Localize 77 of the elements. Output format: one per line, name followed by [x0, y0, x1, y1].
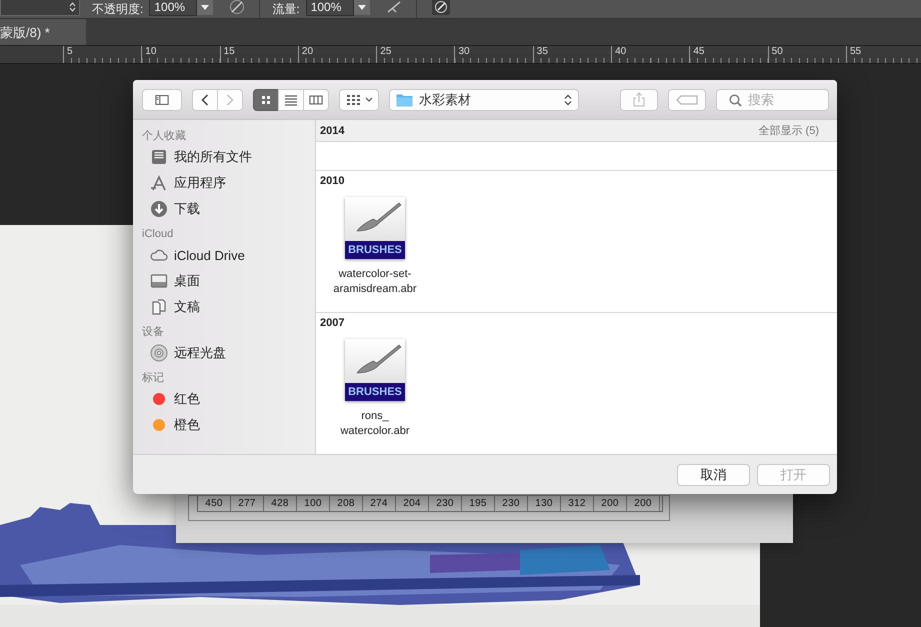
search-icon: [729, 94, 742, 106]
table-cell: 200: [594, 496, 627, 511]
share-icon: [633, 92, 645, 107]
table-cell: 312: [561, 496, 594, 511]
columns-icon: [309, 92, 323, 106]
file-name[interactable]: watercolor-set- aramisdream.abr: [333, 267, 417, 297]
cancel-button[interactable]: 取消: [677, 464, 750, 486]
ruler-label: 25: [376, 46, 454, 63]
chevron-left-icon: [201, 94, 209, 106]
back-button[interactable]: [192, 88, 218, 110]
tray-icon: [150, 148, 168, 166]
group-heading: 2014: [320, 124, 344, 136]
ruler-label: 35: [532, 46, 612, 63]
group-heading: 2010: [320, 175, 346, 187]
ruler-label: 30: [454, 46, 533, 63]
file-name[interactable]: rons_ watercolor.abr: [340, 409, 410, 439]
ruler-label: 40: [611, 46, 690, 63]
group-heading: 2007: [320, 317, 346, 329]
sidebar-item[interactable]: 应用程序: [174, 174, 226, 192]
sidebar-item[interactable]: 下载: [174, 200, 200, 218]
caret-icon: [364, 97, 372, 102]
sidebar-item[interactable]: 我的所有文件: [174, 148, 252, 166]
opacity-label: 不透明度:: [92, 0, 144, 18]
table-cell: 204: [396, 496, 429, 511]
table-cell: 130: [528, 496, 561, 511]
show-all-link[interactable]: 全部显示 (5): [758, 123, 819, 138]
sidebar-item[interactable]: 橙色: [174, 416, 200, 434]
up-down-arrows-icon: [69, 2, 76, 12]
table-cell: 450: [198, 496, 231, 511]
opacity-field[interactable]: 100%: [149, 0, 198, 16]
list-icon: [284, 92, 298, 106]
path-popup[interactable]: 水彩素材: [389, 88, 579, 110]
table-cell: 100: [297, 496, 330, 511]
table-cell: 274: [363, 496, 396, 511]
arrange-button[interactable]: [339, 88, 379, 110]
download-icon: [150, 200, 168, 218]
brush-file-icon[interactable]: BRUSHES: [345, 339, 405, 401]
table-cell: 230: [429, 496, 462, 511]
sidebar-heading: 标记: [142, 371, 165, 386]
ruler-label: 15: [220, 46, 298, 63]
documents-icon: [150, 298, 168, 316]
view-mode-button[interactable]: [253, 88, 279, 110]
ruler-label: 45: [689, 46, 768, 63]
sidebar-item[interactable]: 桌面: [174, 272, 200, 290]
brush-file-icon[interactable]: BRUSHES: [345, 197, 405, 259]
ruler-label: 55: [846, 46, 921, 63]
grid-icon: [346, 94, 362, 106]
table-cell: 277: [231, 496, 264, 511]
table-cell: 195: [462, 496, 495, 511]
ruler-label: 5: [63, 46, 142, 63]
sidebar-toggle-button[interactable]: [142, 88, 182, 110]
sidebar-heading: 个人收藏: [142, 128, 187, 144]
up-down-arrows-icon: [564, 94, 572, 106]
apps-icon: [150, 174, 168, 192]
document-tab[interactable]: 蒙版/8) *: [0, 19, 86, 45]
ruler-label: 10: [141, 46, 220, 63]
table-cell: 428: [264, 496, 297, 511]
search-field[interactable]: 搜索: [716, 88, 829, 110]
flow-field[interactable]: 100%: [306, 0, 354, 16]
sidebar-item[interactable]: 远程光盘: [174, 344, 226, 362]
table-cell: 208: [330, 496, 363, 511]
chevron-right-icon: [226, 94, 234, 106]
table-cell: 230: [495, 496, 528, 511]
sidebar-heading: 设备: [142, 325, 165, 340]
sidebar-item[interactable]: 文稿: [174, 298, 200, 316]
sidebar-heading: iCloud: [142, 227, 174, 242]
sidebar-item[interactable]: 红色: [174, 390, 200, 408]
ruler-label: 20: [298, 46, 376, 63]
sidebar-item[interactable]: iCloud Drive: [174, 248, 245, 262]
tag-icon: [676, 94, 698, 104]
folder-icon: [396, 92, 413, 106]
sidebar-icon: [155, 92, 169, 106]
ruler-label: 50: [768, 46, 846, 63]
flow-label: 流量:: [272, 0, 300, 18]
disc-icon: [150, 344, 168, 362]
table-cell: 200: [627, 496, 660, 511]
desktop-icon: [150, 272, 168, 290]
